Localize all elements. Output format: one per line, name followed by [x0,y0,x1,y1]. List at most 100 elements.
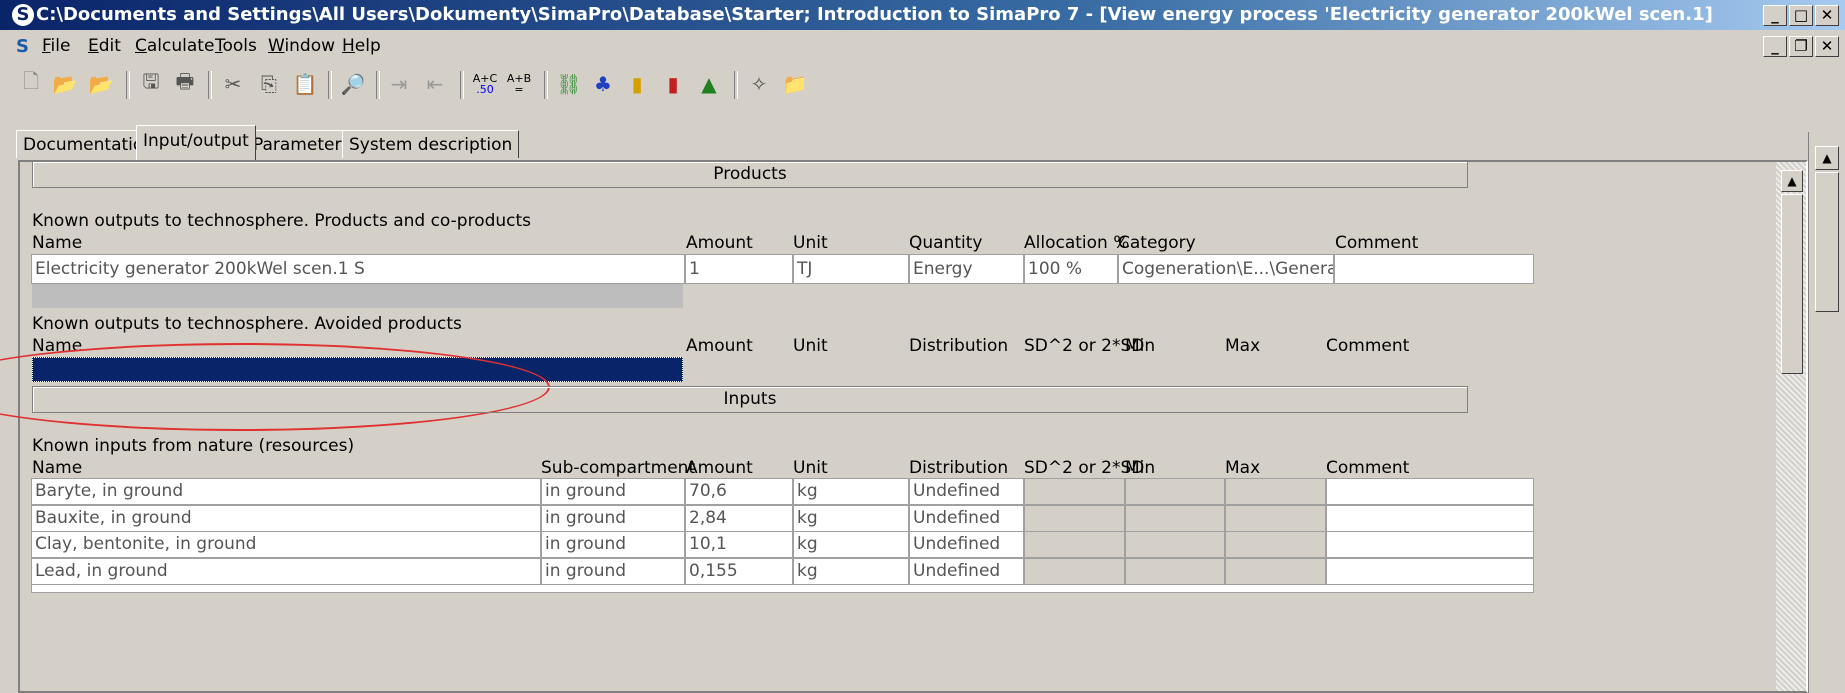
resource-cell[interactable] [1326,531,1534,558]
resource-cell[interactable] [1225,478,1326,505]
product-amount-cell[interactable]: 1 [685,254,793,284]
resource-cell[interactable] [1326,504,1534,532]
in-col-amount: Amount [686,458,753,478]
resource-cell[interactable]: 10,1 [685,531,793,558]
close-button[interactable]: ✕ [1815,5,1839,26]
stacked-chart-icon[interactable]: ▮ [660,71,686,97]
outer-scroll-area: ▲ [1808,132,1844,693]
inputs-header[interactable]: Inputs [32,386,1468,413]
resource-cell[interactable]: kg [793,531,909,558]
new-icon[interactable]: 🗋 [18,69,44,97]
resource-cell[interactable] [1024,557,1125,585]
resource-cell[interactable] [1125,478,1225,505]
resource-cell[interactable] [1225,504,1326,532]
avoided-col-unit: Unit [793,336,828,356]
resource-cell[interactable] [1326,557,1534,585]
resource-cell[interactable] [1024,478,1125,505]
product-quantity-cell[interactable]: Energy [909,254,1024,284]
resource-cell[interactable]: in ground [541,478,685,505]
menu-edit[interactable]: Edit [88,30,121,63]
scroll-up-arrow-icon[interactable]: ▲ [1815,146,1839,170]
resource-cell[interactable]: in ground [541,531,685,558]
products-header[interactable]: Products [32,161,1468,188]
copy-icon[interactable]: ⎘ [256,71,282,97]
wizard-icon[interactable]: ✧ [746,71,772,97]
resource-cell[interactable] [1024,504,1125,532]
resource-cell[interactable]: Undefined [909,531,1024,558]
col-comment: Comment [1335,233,1419,253]
minimize-button[interactable]: _ [1763,5,1787,26]
folder-icon[interactable]: 📁 [782,71,808,97]
cut-icon[interactable]: ✂ [220,71,246,97]
outer-scroll-thumb[interactable] [1815,172,1839,312]
outdent-icon[interactable]: ⇤ [422,71,448,97]
resource-cell[interactable] [1125,504,1225,532]
avoided-products-subtitle: Known outputs to technosphere. Avoided p… [32,314,462,334]
compare-icon[interactable]: A+B = [506,71,532,97]
resource-cell[interactable]: kg [793,478,909,505]
product-unit-cell[interactable]: TJ [793,254,909,284]
col-category: Category [1118,233,1196,253]
product-name-cell[interactable]: Electricity generator 200kWel scen.1 S [31,254,685,284]
menu-help[interactable]: Help [342,30,381,63]
maximize-button[interactable]: □ [1789,5,1813,26]
in-col-comment: Comment [1326,458,1410,478]
resource-cell[interactable]: Clay, bentonite, in ground [31,531,541,558]
scroll-thumb[interactable] [1781,194,1803,374]
resource-cell[interactable]: kg [793,504,909,532]
resource-cell[interactable]: 70,6 [685,478,793,505]
resource-cell[interactable]: Undefined [909,504,1024,532]
resource-cell[interactable]: kg [793,557,909,585]
empty-product-row[interactable] [32,284,683,308]
resource-cell[interactable] [1024,531,1125,558]
menu-file[interactable]: File [42,30,70,63]
document-s-icon[interactable]: S [16,38,34,56]
open-project-icon[interactable]: 📂 [88,71,114,97]
tab-system-description[interactable]: System description [342,130,520,158]
product-comment-cell[interactable] [1334,254,1534,284]
resource-cell[interactable] [1125,557,1225,585]
network-icon[interactable]: ⛓ [556,71,582,97]
menu-tools[interactable]: Tools [215,30,257,63]
resource-cell[interactable]: in ground [541,504,685,532]
product-category-cell[interactable]: Cogeneration\E...\Generator [1118,254,1334,284]
in-col-distribution: Distribution [909,458,1009,478]
resource-cell[interactable]: Bauxite, in ground [31,504,541,532]
bar-chart-icon[interactable]: ▮ [624,71,650,97]
vertical-scrollbar[interactable]: ▲ [1776,162,1806,691]
resource-cell[interactable]: in ground [541,557,685,585]
tab-input-output[interactable]: Input/output [136,125,256,160]
resource-cell[interactable]: Undefined [909,557,1024,585]
menu-window[interactable]: Window [268,30,335,63]
resource-cell[interactable]: Lead, in ground [31,557,541,585]
resource-cell[interactable] [1225,557,1326,585]
resource-cell[interactable]: Baryte, in ground [31,478,541,505]
col-allocation: Allocation % [1024,233,1130,253]
resource-cell[interactable]: 0,155 [685,557,793,585]
paste-icon[interactable]: 📋 [292,71,318,97]
simapro-app-icon[interactable]: S [12,4,34,26]
resource-cell[interactable]: 2,84 [685,504,793,532]
resource-cell[interactable] [1125,531,1225,558]
search-icon[interactable]: 🔎 [340,71,366,97]
resource-cell[interactable]: Undefined [909,478,1024,505]
indent-icon[interactable]: ⇥ [386,71,412,97]
tab-parameters[interactable]: Parameters [246,130,358,158]
table-row-partial[interactable] [31,584,1534,593]
resources-subtitle: Known inputs from nature (resources) [32,436,355,456]
print-icon[interactable]: 🖶 [172,69,198,97]
monte-carlo-icon[interactable]: ▲ [696,71,722,97]
calculate-icon[interactable]: A+C .50 [472,71,498,97]
menu-calculate[interactable]: Calculate [135,30,214,63]
mdi-close-button[interactable]: ✕ [1815,36,1839,57]
tree-icon[interactable]: ♣ [590,71,616,97]
avoided-col-min: Min [1125,336,1156,356]
save-icon[interactable]: 🖫 [138,69,164,97]
resource-cell[interactable] [1225,531,1326,558]
mdi-restore-button[interactable]: ❐ [1789,36,1813,57]
resource-cell[interactable] [1326,478,1534,505]
scroll-up-icon[interactable]: ▲ [1781,170,1803,192]
product-allocation-cell[interactable]: 100 % [1024,254,1118,284]
open-icon[interactable]: 📂 [52,71,78,97]
mdi-minimize-button[interactable]: _ [1763,36,1787,57]
